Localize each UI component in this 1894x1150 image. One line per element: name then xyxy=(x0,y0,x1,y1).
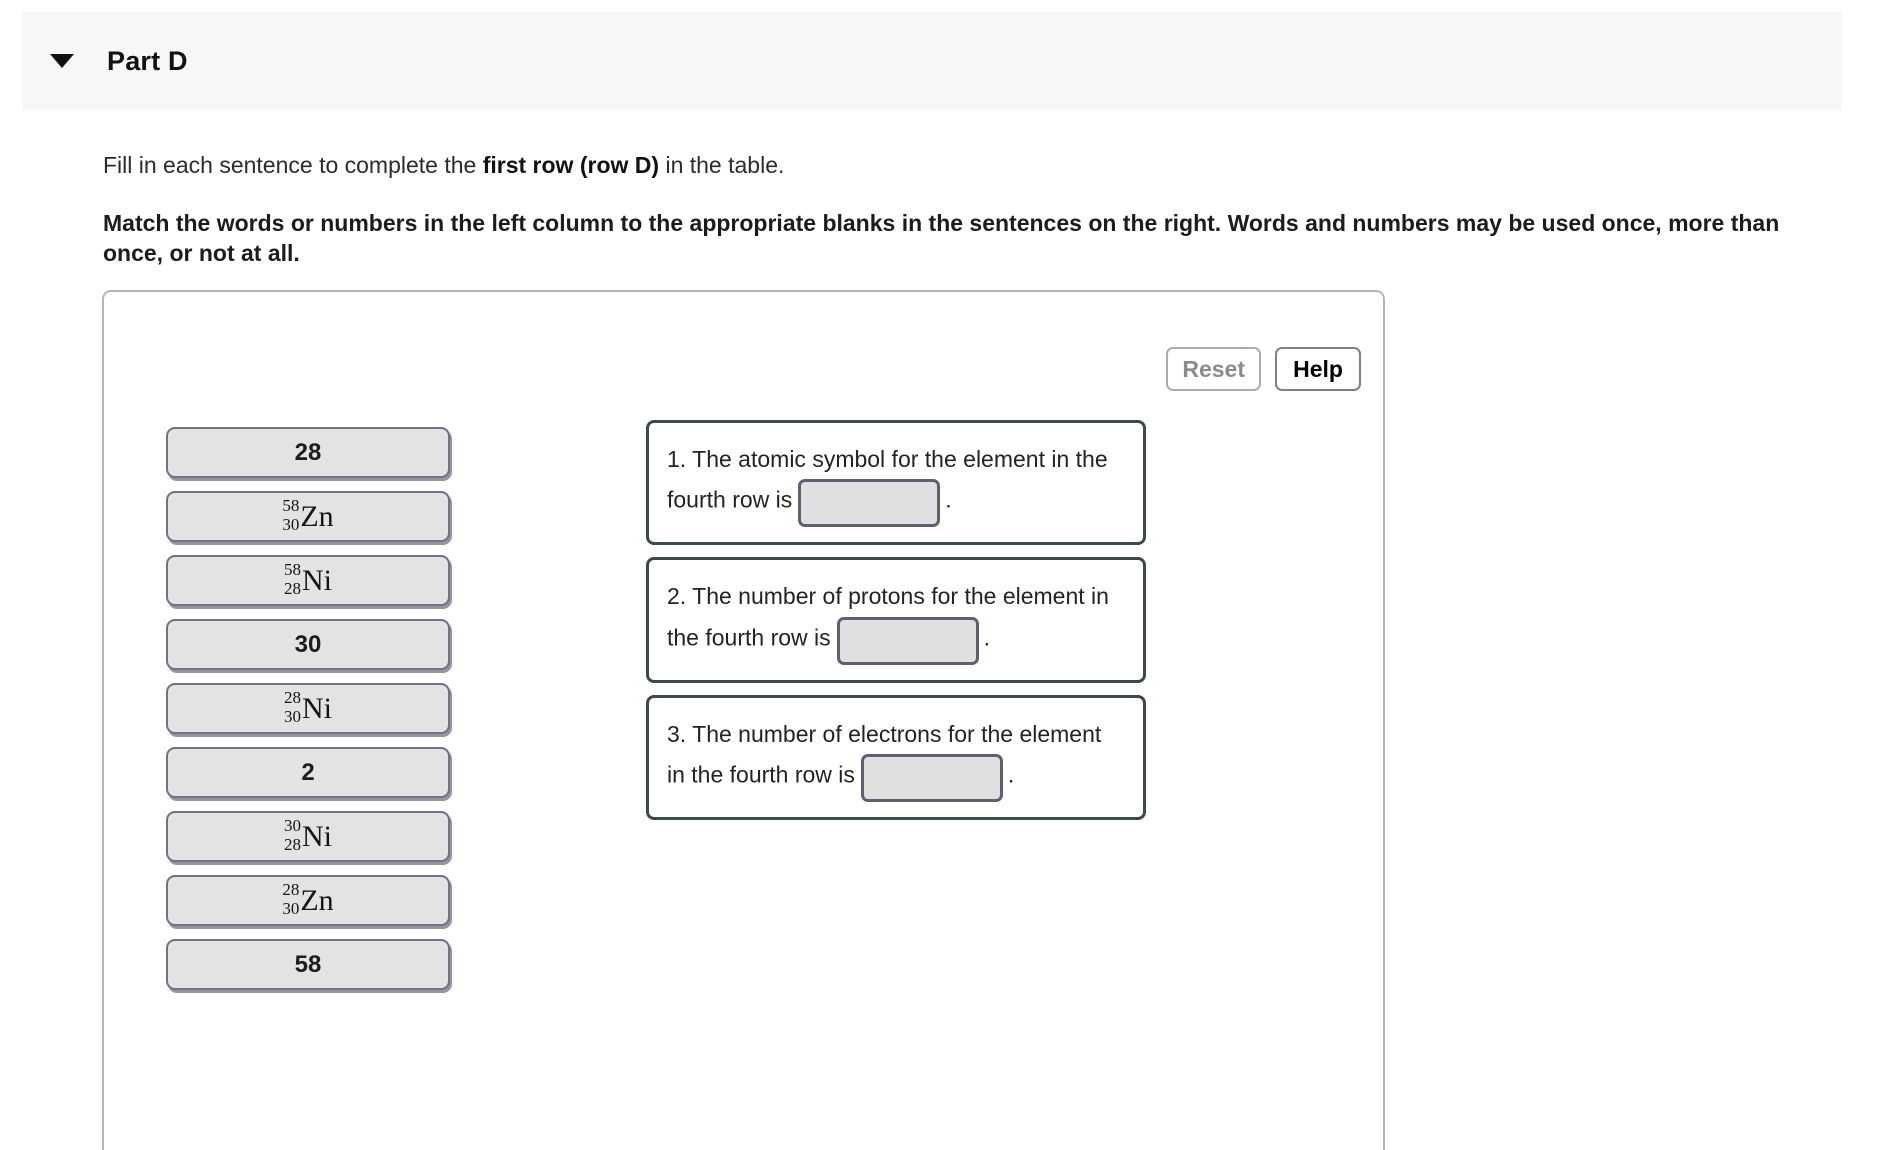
answer-tile[interactable]: 28 30 Ni xyxy=(166,683,450,734)
instruction-line-2: Match the words or numbers in the left c… xyxy=(103,210,1780,267)
isotope-numbers: 28 30 xyxy=(282,881,299,919)
instruction-line-1: Fill in each sentence to complete the fi… xyxy=(103,152,784,179)
answer-tile[interactable]: 28 30 Zn xyxy=(166,875,450,926)
atomic-number: 30 xyxy=(282,898,300,918)
instruction-1-pre: Fill in each sentence to complete the xyxy=(103,152,483,178)
isotope-notation: 30 28 Ni xyxy=(284,817,332,855)
instruction-1-post: in the table. xyxy=(659,152,785,178)
answer-tile[interactable]: 58 30 Zn xyxy=(166,491,450,542)
isotope-numbers: 58 28 xyxy=(284,561,301,599)
sentence-card: 2. The number of protons for the element… xyxy=(646,557,1146,683)
sentence-card: 3. The number of electrons for the eleme… xyxy=(646,694,1146,820)
isotope-notation: 28 30 Ni xyxy=(284,689,332,727)
isotope-numbers: 28 30 xyxy=(284,689,301,727)
answer-blank-dropzone[interactable] xyxy=(860,753,1003,802)
atomic-number: 28 xyxy=(284,834,301,854)
reset-button[interactable]: Reset xyxy=(1166,347,1261,391)
sentence-number: 3. xyxy=(667,720,687,747)
isotope-numbers: 30 28 xyxy=(284,817,301,855)
mass-number: 58 xyxy=(282,496,300,516)
sentence-number: 1. xyxy=(667,446,687,472)
answer-tile[interactable]: 30 28 Ni xyxy=(166,811,450,862)
answer-tile-bank: 28 58 30 Zn 58 28 Ni 30 28 30 Ni 2 30 28 Ni 28 30 Zn 58 xyxy=(166,427,450,990)
mass-number: 58 xyxy=(284,560,301,580)
element-symbol: Zn xyxy=(300,883,334,917)
isotope-notation: 58 28 Ni xyxy=(284,561,332,599)
atomic-number: 28 xyxy=(284,578,301,598)
answer-tile-label: 58 xyxy=(294,950,322,978)
isotope-numbers: 58 30 xyxy=(282,497,299,535)
answer-tile-label: 28 xyxy=(294,438,322,466)
instruction-1-bold: first row (row D) xyxy=(482,152,660,178)
isotope-notation: 58 30 Zn xyxy=(282,497,333,535)
atomic-number: 30 xyxy=(284,706,301,726)
mass-number: 28 xyxy=(282,880,300,900)
answer-tile[interactable]: 58 28 Ni xyxy=(166,555,450,606)
answer-tile-label: 30 xyxy=(294,630,322,658)
atomic-number: 30 xyxy=(282,514,300,534)
answer-tile[interactable]: 30 xyxy=(166,619,450,670)
activity-toolbar: Reset Help xyxy=(1166,347,1361,391)
element-symbol: Ni xyxy=(302,563,332,597)
answer-tile[interactable]: 58 xyxy=(166,939,450,990)
mass-number: 30 xyxy=(284,816,301,836)
element-symbol: Ni xyxy=(302,819,332,853)
part-header-bar[interactable]: Part D xyxy=(22,12,1842,110)
answer-blank-dropzone[interactable] xyxy=(798,479,941,528)
answer-tile-label: 2 xyxy=(301,758,315,786)
sentence-period: . xyxy=(1007,761,1015,788)
isotope-notation: 28 30 Zn xyxy=(282,881,333,919)
sentence-period: . xyxy=(983,624,991,651)
sentence-number: 2. xyxy=(667,583,687,610)
answer-tile[interactable]: 28 xyxy=(166,427,450,478)
mass-number: 28 xyxy=(284,688,301,708)
element-symbol: Ni xyxy=(302,691,332,725)
page-title: Part D xyxy=(107,45,188,76)
answer-tile[interactable]: 2 xyxy=(166,747,450,798)
sentence-period: . xyxy=(945,486,952,513)
sentence-card: 1. The atomic symbol for the element in … xyxy=(646,420,1146,546)
triangle-down-icon[interactable] xyxy=(50,54,74,68)
answer-blank-dropzone[interactable] xyxy=(836,616,979,665)
sentence-list: 1. The atomic symbol for the element in … xyxy=(646,420,1146,820)
matching-activity-panel: Reset Help 28 58 30 Zn 58 28 Ni 30 28 30 Ni 2 30 28 Ni… xyxy=(102,290,1385,1150)
element-symbol: Zn xyxy=(300,499,334,533)
help-button[interactable]: Help xyxy=(1275,347,1361,391)
